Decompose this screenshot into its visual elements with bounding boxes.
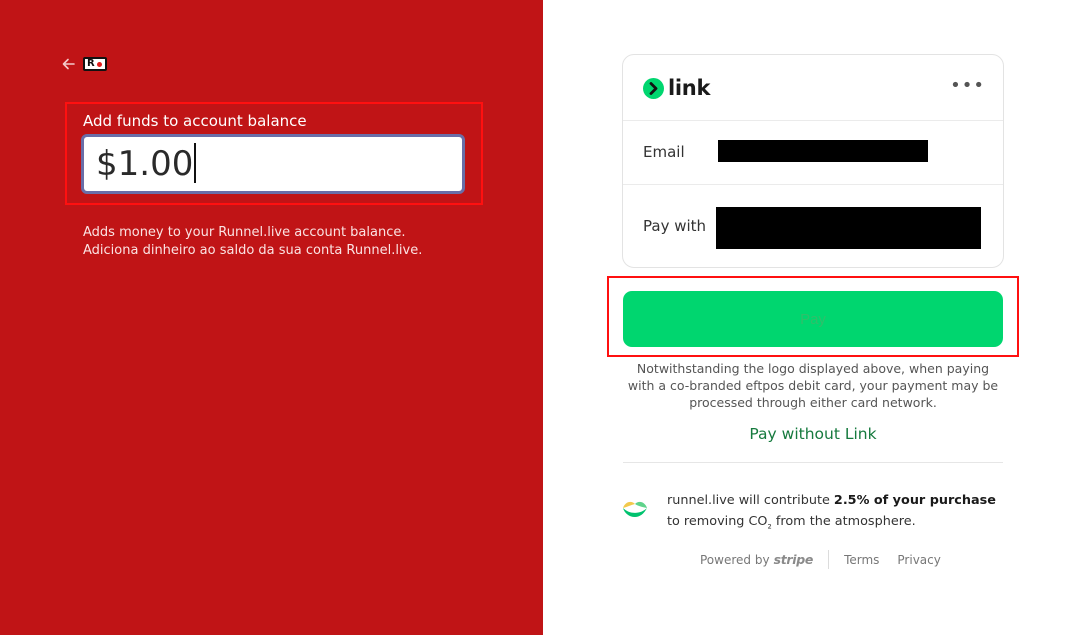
card-divider — [623, 184, 1003, 185]
powered-by-text: Powered by — [700, 552, 770, 567]
amount-value[interactable]: $1.00 — [96, 144, 193, 184]
header-row: R — [62, 56, 107, 72]
link-header: link — [643, 77, 710, 99]
climate-pre: runnel.live will contribute — [667, 493, 834, 508]
text-caret — [194, 142, 197, 183]
email-label: Email — [643, 143, 685, 161]
terms-link[interactable]: Terms — [844, 553, 879, 567]
more-options-icon[interactable]: ••• — [950, 77, 985, 95]
footer-divider — [828, 550, 830, 569]
footer: Powered by stripe Terms Privacy — [700, 550, 959, 569]
back-arrow-icon[interactable] — [62, 56, 76, 72]
link-logo-icon — [643, 77, 664, 99]
amount-label: Add funds to account balance — [83, 112, 307, 130]
section-divider — [623, 462, 1003, 463]
pay-button[interactable]: Pay — [623, 291, 1003, 347]
description-portuguese: Adiciona dinheiro ao saldo da sua conta … — [83, 243, 423, 258]
climate-contribution-text: runnel.live will contribute 2.5% of your… — [667, 490, 1007, 536]
pay-with-label: Pay with — [643, 217, 707, 235]
card-divider — [623, 120, 1003, 121]
powered-by-stripe[interactable]: Powered by stripe — [700, 552, 813, 567]
cobranded-card-notice: Notwithstanding the logo displayed above… — [627, 361, 999, 410]
climate-percentage: 2.5% of your purchase — [833, 493, 996, 508]
climate-leaf-icon — [622, 498, 648, 522]
climate-post-end: from the atmosphere. — [771, 514, 916, 529]
logo-dot-icon — [97, 62, 102, 67]
left-panel — [0, 0, 543, 635]
link-brand: link — [668, 76, 711, 100]
email-redacted[interactable] — [718, 140, 928, 162]
climate-post: to removing CO — [667, 514, 768, 529]
merchant-logo: R — [83, 57, 107, 71]
stripe-logo: stripe — [773, 552, 814, 567]
privacy-link[interactable]: Privacy — [897, 553, 940, 567]
link-card: link ••• Email Pay with — [622, 54, 1004, 268]
amount-input[interactable]: $1.00 — [81, 134, 465, 194]
logo-letter-icon: R — [87, 58, 95, 69]
pay-without-link-button[interactable]: Pay without Link — [623, 424, 1003, 444]
payment-method-redacted[interactable] — [716, 207, 981, 249]
description-english: Adds money to your Runnel.live account b… — [83, 225, 406, 240]
amount-description: Adds money to your Runnel.live account b… — [83, 224, 422, 260]
